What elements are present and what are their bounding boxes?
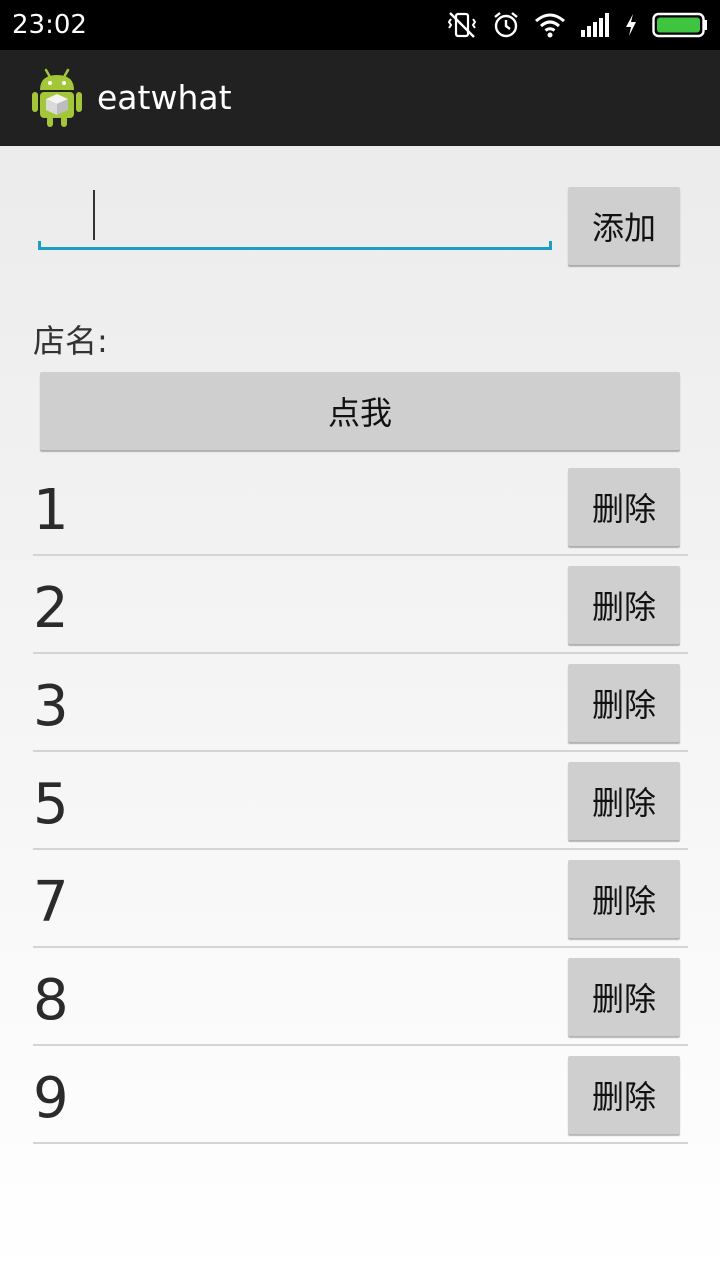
delete-button[interactable]: 删除	[568, 468, 680, 546]
delete-button[interactable]: 删除	[568, 860, 680, 938]
wifi-icon	[535, 13, 565, 38]
list-item-number: 3	[33, 674, 69, 739]
shop-name-label: 店名:	[33, 322, 108, 360]
status-icons	[446, 10, 708, 40]
alarm-icon	[494, 12, 518, 38]
shop-list: 1 删除 2 删除 3 删除 5 删除 7 删除 8 删除 9 删除	[33, 458, 688, 1144]
charging-icon	[626, 14, 636, 36]
app-title: eatwhat	[97, 78, 232, 117]
delete-button[interactable]: 删除	[568, 664, 680, 742]
list-item-number: 9	[33, 1066, 69, 1131]
status-time: 23:02	[12, 10, 87, 40]
shop-name-input[interactable]	[38, 178, 552, 250]
add-button[interactable]: 添加	[568, 187, 680, 265]
list-item-number: 2	[33, 576, 69, 641]
list-item-number: 8	[33, 968, 69, 1033]
delete-button[interactable]: 删除	[568, 762, 680, 840]
input-underline-left-tick	[38, 241, 41, 250]
action-bar: eatwhat	[0, 50, 720, 146]
list-item: 3 删除	[33, 654, 688, 752]
list-item: 9 删除	[33, 1046, 688, 1144]
battery-icon	[652, 12, 707, 38]
list-item: 2 删除	[33, 556, 688, 654]
list-item-number: 5	[33, 772, 69, 837]
list-item-number: 1	[33, 478, 69, 543]
text-caret	[93, 190, 95, 240]
input-underline	[38, 247, 552, 250]
click-me-button[interactable]: 点我	[40, 372, 680, 450]
android-app-icon	[32, 68, 82, 127]
list-item: 8 删除	[33, 948, 688, 1046]
list-item-number: 7	[33, 870, 69, 935]
shop-name-input-container[interactable]	[38, 178, 552, 250]
signal-icon	[581, 13, 609, 37]
status-bar: 23:02	[0, 0, 720, 50]
delete-button[interactable]: 删除	[568, 1056, 680, 1134]
delete-button[interactable]: 删除	[568, 566, 680, 644]
list-item: 5 删除	[33, 752, 688, 850]
delete-button[interactable]: 删除	[568, 958, 680, 1036]
vibrate-off-icon	[447, 12, 477, 38]
list-item: 7 删除	[33, 850, 688, 948]
list-item: 1 删除	[33, 458, 688, 556]
input-underline-right-tick	[549, 241, 552, 250]
